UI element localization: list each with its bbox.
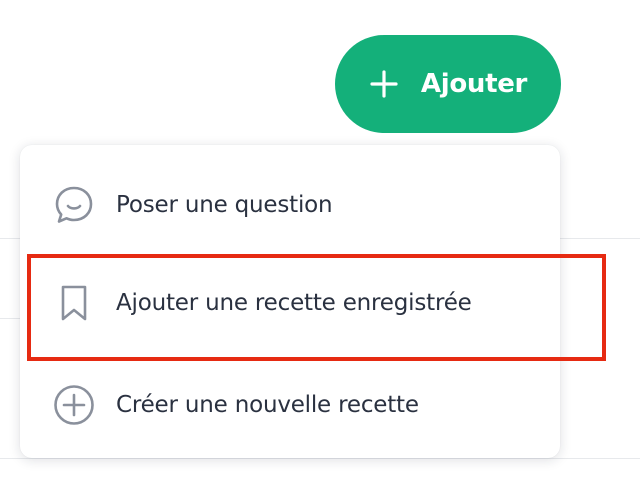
background-divider [560, 238, 640, 239]
bookmark-icon [52, 281, 96, 325]
plus-icon [369, 69, 399, 99]
add-button-label: Ajouter [420, 69, 528, 99]
menu-item-create-recipe[interactable]: Créer une nouvelle recette [20, 355, 560, 455]
page: Ajouter Poser une question Ajouter une r… [0, 0, 640, 480]
menu-item-label: Créer une nouvelle recette [116, 392, 419, 418]
background-divider [0, 458, 640, 459]
add-dropdown-menu: Poser une question Ajouter une recette e… [20, 145, 560, 458]
background-divider [0, 318, 20, 319]
chat-bubble-icon [52, 183, 96, 227]
menu-item-label: Poser une question [116, 192, 333, 218]
menu-item-label: Ajouter une recette enregistrée [116, 290, 472, 316]
add-button[interactable]: Ajouter [335, 35, 561, 133]
plus-circle-icon [52, 383, 96, 427]
menu-item-ask-question[interactable]: Poser une question [20, 155, 560, 255]
menu-item-add-saved-recipe[interactable]: Ajouter une recette enregistrée [20, 253, 560, 353]
background-divider [0, 238, 20, 239]
